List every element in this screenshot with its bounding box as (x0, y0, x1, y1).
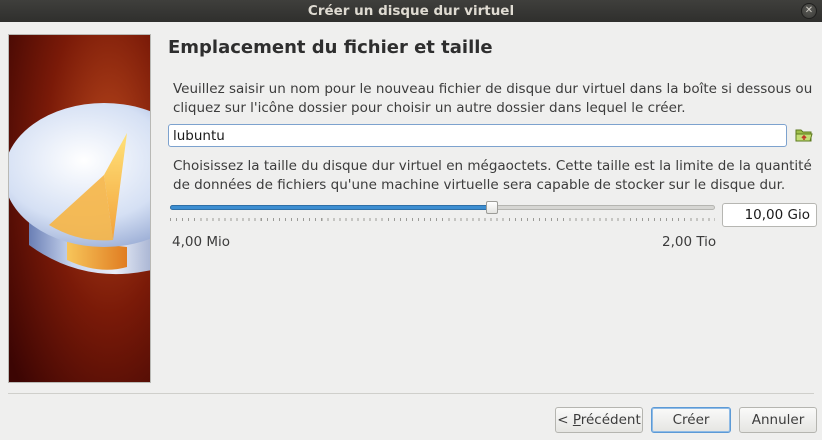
slider-handle[interactable] (486, 201, 498, 214)
size-slider[interactable] (170, 201, 715, 215)
close-icon[interactable]: ✕ (801, 3, 817, 19)
page-title: Emplacement du fichier et taille (168, 37, 493, 58)
size-value-input[interactable] (722, 203, 817, 227)
slider-fill (170, 205, 492, 210)
window-title: Créer un disque dur virtuel (307, 3, 515, 19)
location-description: Veuillez saisir un nom pour le nouveau f… (173, 81, 813, 116)
cancel-button[interactable]: Annuler (739, 407, 817, 433)
max-size-label: 2,00 Tio (662, 234, 717, 250)
previous-prefix: < (557, 412, 573, 428)
min-size-label: 4,00 Mio (172, 234, 231, 250)
title-bar: Créer un disque dur virtuel ✕ (0, 0, 822, 22)
folder-icon[interactable] (795, 126, 813, 144)
separator (8, 393, 814, 394)
slider-ticks (170, 218, 715, 221)
file-name-input[interactable] (168, 124, 787, 147)
create-button[interactable]: Créer (651, 407, 731, 433)
previous-button[interactable]: < Précédent (555, 407, 643, 433)
previous-rest: récédent (580, 412, 641, 428)
wizard-banner-image (8, 34, 151, 383)
size-description: Choisissez la taille du disque dur virtu… (173, 158, 812, 193)
previous-mnemonic: P (572, 412, 581, 428)
